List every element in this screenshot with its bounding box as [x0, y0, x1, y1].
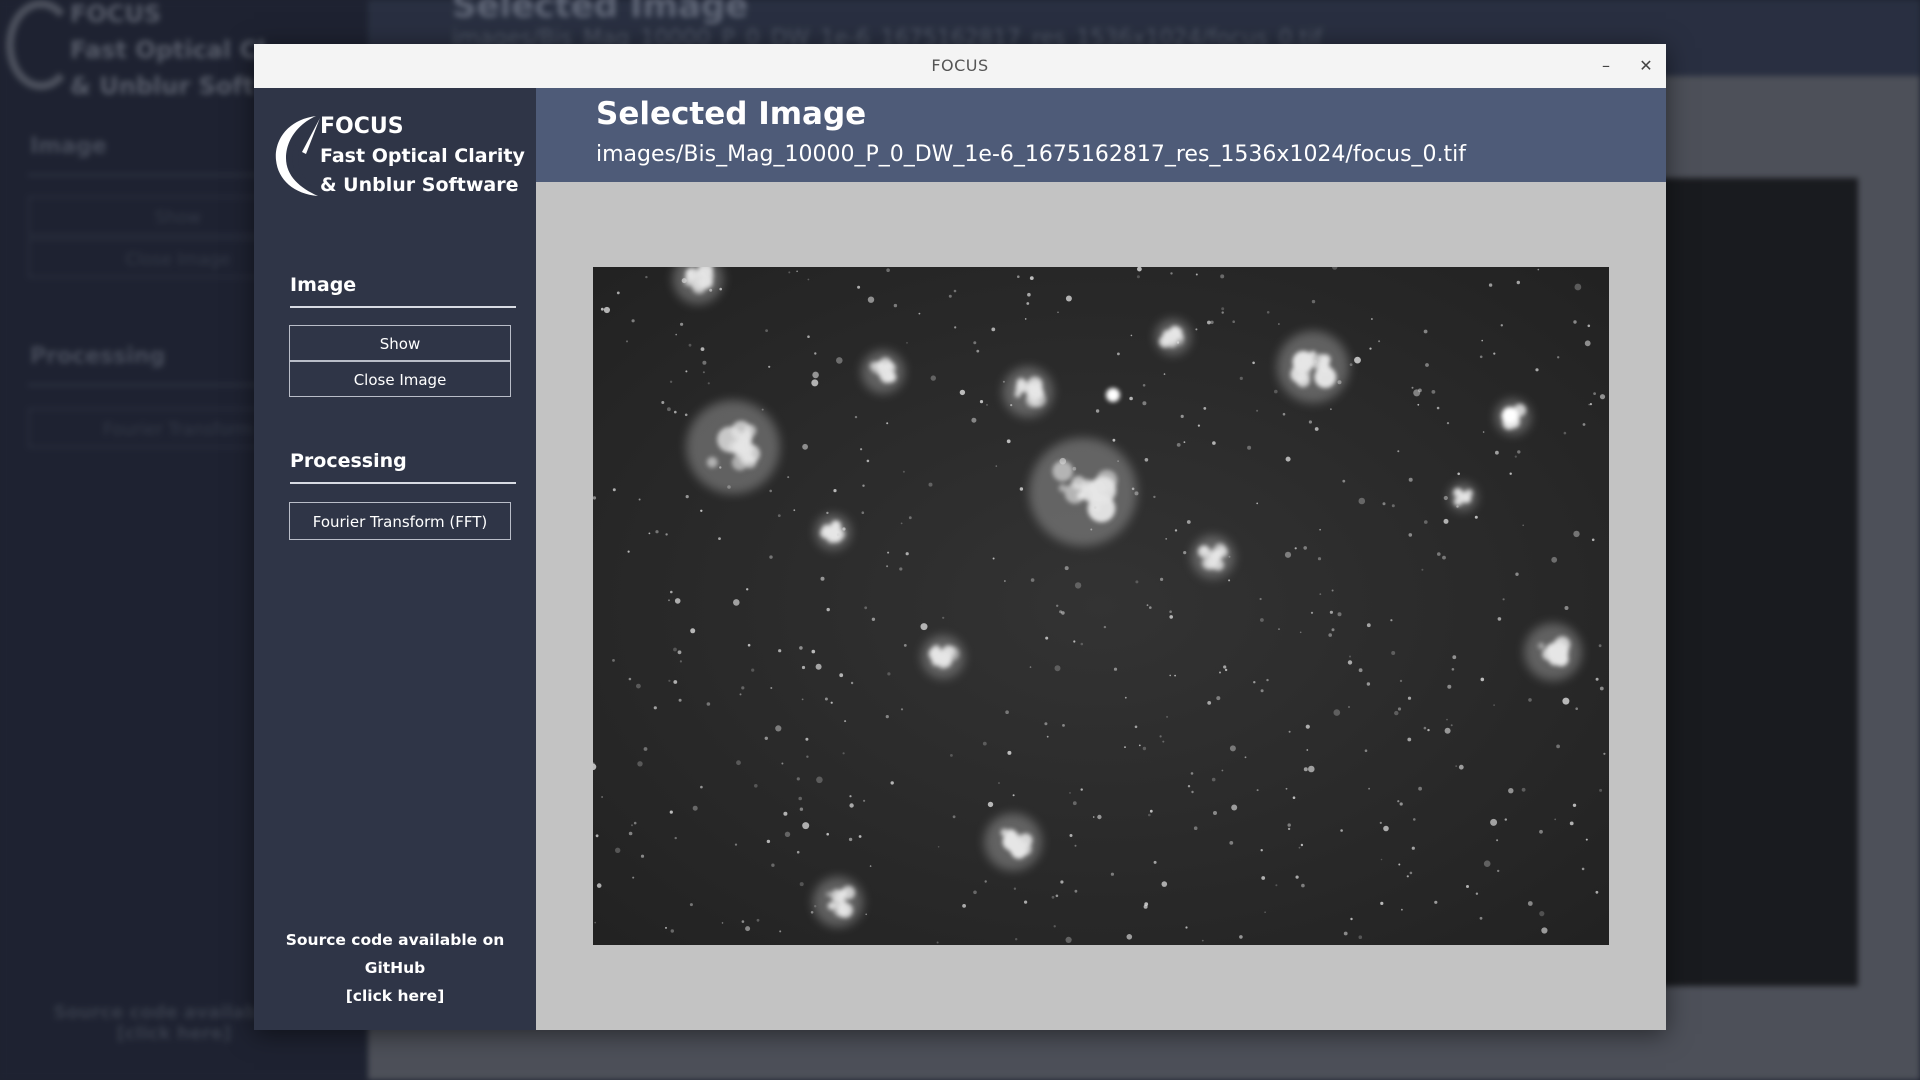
brand-line2: & Unblur Software: [320, 174, 519, 196]
page-title: Selected Image: [596, 96, 867, 132]
main-header: Selected Image images/Bis_Mag_10000_P_0_…: [536, 88, 1666, 182]
show-button[interactable]: Show: [289, 325, 511, 361]
processing-section-heading: Processing: [290, 450, 516, 484]
footer-text: Source code available on GitHub: [285, 931, 505, 977]
brand-name: FOCUS: [320, 114, 404, 139]
window-titlebar[interactable]: FOCUS – ✕: [254, 44, 1666, 89]
sidebar-footer: Source code available on GitHub [click h…: [254, 926, 536, 1010]
close-image-button[interactable]: Close Image: [289, 361, 511, 397]
brand-line1: Fast Optical Clarity: [320, 145, 525, 167]
window-title: FOCUS: [931, 56, 989, 75]
micrograph-image: [593, 267, 1609, 945]
sidebar: FOCUS Fast Optical Clarity & Unblur Soft…: [254, 88, 536, 1030]
fft-button[interactable]: Fourier Transform (FFT): [289, 502, 511, 540]
github-link[interactable]: [click here]: [254, 982, 536, 1010]
minimize-icon: –: [1602, 56, 1610, 75]
image-section-heading: Image: [290, 274, 516, 308]
close-icon: ✕: [1639, 56, 1653, 75]
focus-window: FOCUS – ✕ FOCUS Fast Optical Clarity & U…: [254, 44, 1666, 1030]
minimize-button[interactable]: –: [1586, 44, 1626, 88]
selected-image: [593, 267, 1609, 945]
brand-block: FOCUS Fast Optical Clarity & Unblur Soft…: [320, 112, 525, 200]
close-button[interactable]: ✕: [1626, 44, 1666, 88]
focus-logo-icon: [275, 116, 320, 196]
image-path: images/Bis_Mag_10000_P_0_DW_1e-6_1675162…: [596, 142, 1467, 167]
